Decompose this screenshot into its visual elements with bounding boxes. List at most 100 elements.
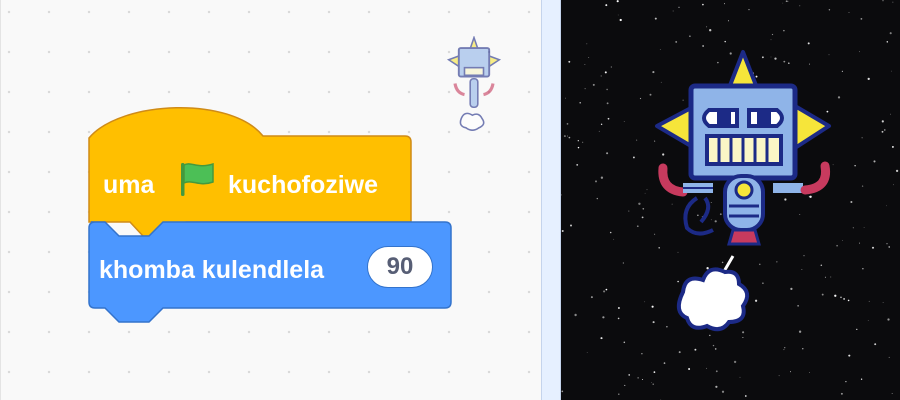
panel-divider[interactable] (541, 0, 561, 400)
star-dot (799, 5, 801, 7)
star-dot (586, 352, 588, 353)
star-dot (809, 372, 811, 374)
star-dot (595, 180, 597, 183)
star-dot (636, 139, 638, 141)
star-dot (882, 0, 884, 2)
star-dot (785, 0, 788, 2)
star-dot (840, 392, 843, 395)
star-dot (694, 348, 697, 351)
star-dot (651, 382, 652, 383)
star-dot (672, 10, 674, 12)
star-dot (644, 301, 646, 303)
star-dot (565, 97, 567, 99)
star-dot (637, 377, 639, 379)
star-dot (807, 42, 810, 45)
star-dot (598, 130, 600, 132)
star-dot (579, 101, 581, 104)
star-dot (706, 367, 708, 369)
star-dot (563, 135, 566, 138)
star-dot (576, 163, 579, 166)
star-dot (646, 189, 648, 191)
star-dot (606, 102, 609, 105)
star-dot (715, 370, 718, 373)
star-dot (663, 362, 666, 364)
star-dot (724, 3, 725, 5)
star-dot (748, 9, 750, 11)
star-dot (889, 32, 892, 35)
star-dot (783, 349, 785, 351)
star-dot (712, 344, 715, 347)
star-dot (568, 136, 571, 139)
star-dot (603, 290, 606, 293)
star-dot (604, 71, 607, 74)
star-dot (590, 296, 593, 299)
star-dot (644, 192, 646, 194)
star-dot (613, 238, 615, 240)
star-dot (638, 202, 641, 205)
star-dot (727, 20, 730, 22)
star-dot (891, 392, 893, 395)
star-dot (566, 123, 569, 125)
star-dot (782, 2, 784, 4)
star-dot (600, 75, 602, 77)
star-dot (771, 33, 774, 36)
when-flag-clicked-block[interactable] (1, 0, 544, 400)
star-dot (592, 83, 595, 86)
star-dot (606, 152, 609, 155)
star-dot (709, 29, 712, 32)
star-dot (860, 18, 863, 20)
star-dot (715, 385, 718, 388)
star-dot (787, 0, 789, 2)
motion-block-label: khomba kulendlela (99, 256, 325, 284)
star-dot (600, 123, 603, 125)
star-dot (600, 337, 603, 340)
star-dot (895, 169, 899, 173)
star-dot (778, 375, 780, 377)
star-dot (561, 390, 564, 393)
star-dot (619, 18, 622, 22)
star-dot (721, 390, 725, 393)
star-dot (602, 316, 605, 319)
star-dot (584, 88, 586, 90)
star-dot (623, 341, 626, 344)
star-dot (724, 40, 726, 43)
direction-value-input[interactable]: 90 (367, 246, 433, 288)
star-dot (649, 93, 652, 96)
star-dot (886, 41, 889, 43)
star-dot (689, 35, 691, 37)
star-dot (888, 356, 890, 358)
star-dot (561, 194, 562, 196)
star-dot (641, 352, 643, 355)
star-dot (606, 88, 608, 91)
star-dot (624, 384, 626, 386)
star-dot (588, 57, 590, 58)
star-dot (848, 12, 850, 13)
star-dot (892, 1, 894, 3)
star-dot (744, 395, 747, 397)
star-dot (617, 317, 620, 320)
hat-block-label-when: uma (103, 171, 155, 199)
star-dot (702, 3, 704, 6)
star-dot (874, 343, 877, 346)
robot-sprite-icon[interactable] (653, 48, 893, 338)
star-dot (616, 0, 619, 3)
star-dot (653, 371, 656, 373)
star-dot (618, 393, 620, 395)
star-dot (828, 9, 831, 11)
star-dot (623, 121, 625, 122)
stage-canvas[interactable] (561, 0, 900, 400)
star-dot (641, 378, 644, 381)
star-dot (790, 371, 791, 373)
star-dot (641, 216, 644, 219)
star-dot (584, 64, 586, 65)
star-dot (893, 184, 894, 186)
code-workspace[interactable]: uma kuchofoziwe khomba kulendlela 90 (0, 0, 543, 400)
star-dot (617, 14, 619, 16)
star-dot (675, 40, 678, 43)
star-dot (561, 230, 564, 232)
star-dot (784, 347, 786, 349)
star-dot (783, 29, 785, 32)
star-dot (568, 60, 571, 63)
star-dot (628, 210, 630, 212)
star-dot (636, 225, 639, 228)
